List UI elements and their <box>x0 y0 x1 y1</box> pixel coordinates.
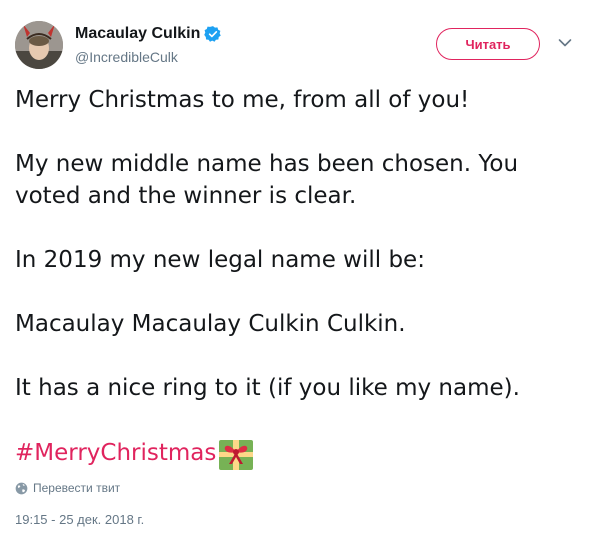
tweet-line: voted and the winner is clear. <box>15 183 357 209</box>
chevron-down-icon[interactable] <box>558 38 572 48</box>
tweet-paragraph: It has a nice ring to it (if you like my… <box>15 372 580 404</box>
author-handle[interactable]: @IncredibleCulk <box>75 48 222 66</box>
tweet-paragraph: In 2019 my new legal name will be: <box>15 244 580 276</box>
avatar-image <box>15 21 63 69</box>
tweet-paragraph: Macaulay Macaulay Culkin Culkin. <box>15 308 580 340</box>
verified-badge-icon <box>204 26 222 42</box>
hashtag-line: #MerryChristmas <box>15 435 254 471</box>
gift-icon <box>219 440 254 470</box>
hashtag-link[interactable]: #MerryChristmas <box>15 437 216 469</box>
globe-icon <box>15 482 28 494</box>
tweet-card: Macaulay Culkin @IncredibleCulk Читать M… <box>0 0 593 539</box>
author-block[interactable]: Macaulay Culkin @IncredibleCulk <box>75 24 222 66</box>
avatar[interactable] <box>15 21 63 69</box>
follow-button[interactable]: Читать <box>436 28 540 60</box>
display-name-row: Macaulay Culkin <box>75 24 222 44</box>
display-name[interactable]: Macaulay Culkin <box>75 24 200 44</box>
tweet-paragraph: My new middle name has been chosen. You … <box>15 148 580 212</box>
translate-tweet-link[interactable]: Перевести твит <box>15 481 120 495</box>
tweet-line: Macaulay Macaulay Culkin Culkin. <box>15 311 406 337</box>
tweet-line: It has a nice ring to it (if you like my… <box>15 375 520 401</box>
translate-label: Перевести твит <box>33 481 121 495</box>
tweet-line: In 2019 my new legal name will be: <box>15 247 425 273</box>
tweet-timestamp[interactable]: 19:15 - 25 дек. 2018 г. <box>15 512 144 527</box>
tweet-paragraph: Merry Christmas to me, from all of you! <box>15 84 580 116</box>
tweet-line: Merry Christmas to me, from all of you! <box>15 87 470 113</box>
tweet-line: My new middle name has been chosen. You <box>15 151 519 177</box>
tweet-text: Merry Christmas to me, from all of you! … <box>15 84 580 436</box>
